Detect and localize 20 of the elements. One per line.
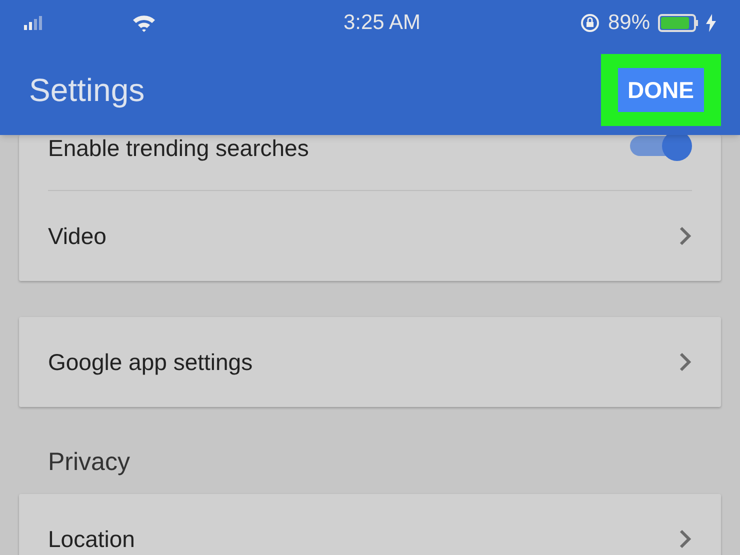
signal-icon xyxy=(24,16,42,30)
chevron-right-icon xyxy=(678,225,692,247)
status-time: 3:25 AM xyxy=(342,10,422,36)
settings-row[interactable]: Video xyxy=(19,191,721,281)
header-title: Settings xyxy=(29,71,145,110)
battery-icon xyxy=(658,14,698,32)
settings-row[interactable]: Google app settings xyxy=(19,317,721,407)
settings-row[interactable]: Enable trending searches xyxy=(19,135,721,190)
section-heading: Privacy xyxy=(48,446,130,478)
setting-label: Google app settings xyxy=(48,349,253,375)
settings-row[interactable]: Location xyxy=(19,494,721,555)
setting-label: Enable trending searches xyxy=(48,135,309,161)
done-button[interactable]: DONE xyxy=(618,68,704,112)
chevron-right-icon xyxy=(678,528,692,550)
rotation-lock-icon xyxy=(580,12,600,32)
wifi-icon xyxy=(132,14,156,32)
chevron-right-icon xyxy=(678,351,692,373)
battery-percent: 89% xyxy=(608,10,650,36)
setting-label: Location xyxy=(48,526,135,552)
setting-label: Video xyxy=(48,223,106,249)
